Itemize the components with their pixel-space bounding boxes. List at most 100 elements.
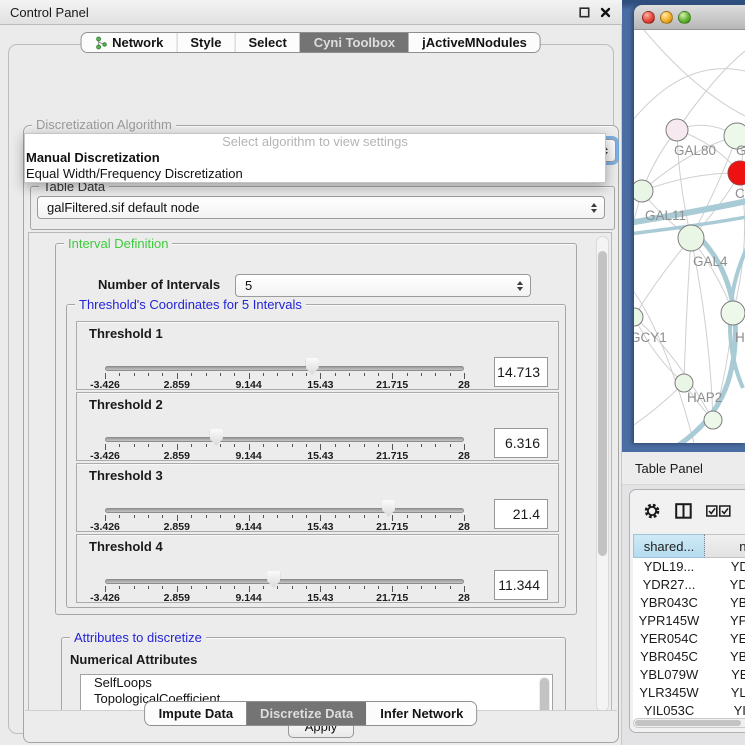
network-node[interactable] [704,411,722,429]
table-row[interactable]: YDR27...YDR2 [633,576,745,594]
threshold-value-field[interactable]: 11.344 [494,570,548,600]
threshold-label: Threshold 2 [89,397,163,412]
table-horizontal-scrollbar[interactable] [633,718,745,728]
cell-name[interactable]: YER0 [705,630,745,648]
column-header-name[interactable]: na [705,534,745,558]
slider-tick [364,515,365,518]
slider-tick [435,373,436,376]
cell-name[interactable]: YBR0 [705,594,745,612]
slider-tick [148,373,149,376]
threshold-panel-3: Threshold 3-3.4262.8599.14415.4321.71528… [76,463,559,532]
table-row[interactable]: YDL19...YDL1 [633,558,745,576]
slider-tick [277,515,278,518]
close-traffic-light-icon[interactable] [642,11,655,24]
threshold-value-field[interactable]: 6.316 [494,428,548,458]
network-canvas[interactable]: GAL80GACGAL11GAL4GCY1HHAP2 [634,30,745,443]
slider-track[interactable] [105,437,464,442]
slider-tick-label: 2.859 [164,521,190,533]
minimize-traffic-light-icon[interactable] [660,11,673,24]
network-edge [642,173,740,191]
threshold-value-field[interactable]: 21.4 [494,499,548,529]
network-node[interactable] [666,119,688,141]
slider-tick [421,515,422,518]
slider-thumb[interactable] [306,358,319,375]
cell-shared-name[interactable]: YER054C [633,630,705,648]
table-row[interactable]: YPR145WYPR1 [633,612,745,630]
column-header-shared-name[interactable]: shared... [633,534,705,558]
table-data-dropdown[interactable]: galFiltered.sif default node [37,196,605,219]
table-row[interactable]: YBR043CYBR0 [633,594,745,612]
network-node[interactable] [721,301,745,325]
slider-tick [220,586,221,589]
float-window-icon[interactable] [578,6,591,19]
cell-shared-name[interactable]: YDL19... [633,558,705,576]
cell-shared-name[interactable]: YBR045C [633,648,705,666]
node-table-rows: YDL19...YDL1YDR27...YDR2YBR043CYBR0YPR14… [633,558,745,720]
threshold-value-field[interactable]: 14.713 [494,357,548,387]
dropdown-placeholder: Select algorithm to view settings [25,134,605,150]
slider-track[interactable] [105,579,464,584]
cell-name[interactable]: YBL0 [705,666,745,684]
cell-name[interactable]: YLR3 [705,684,745,702]
network-node[interactable] [678,225,704,251]
tab-style[interactable]: Style [176,33,234,52]
network-window-titlebar[interactable] [634,5,745,30]
table-row[interactable]: YBR045CYBR0 [633,648,745,666]
gear-icon[interactable] [643,502,661,520]
cell-name[interactable]: YPR1 [705,612,745,630]
table-row[interactable]: YLR345WYLR3 [633,684,745,702]
tab-infer-network[interactable]: Infer Network [366,702,476,725]
slider-tick [435,586,436,589]
slider-tick [306,586,307,589]
settings-vertical-scrollbar[interactable] [596,236,609,712]
slider-tick [263,586,264,589]
number-of-intervals-spinner[interactable]: 5 [235,274,531,297]
select-columns-icon[interactable] [706,505,731,517]
cell-shared-name[interactable]: YLR345W [633,684,705,702]
network-node[interactable] [634,180,653,202]
cell-shared-name[interactable]: YDR27... [633,576,705,594]
dropdown-option-equal-width[interactable]: Equal Width/Frequency Discretization [25,166,605,182]
slider-track[interactable] [105,508,464,513]
split-panel-icon[interactable] [675,503,692,519]
table-data-selected: galFiltered.sif default node [47,200,199,215]
slider-tick [234,444,235,447]
tab-label: Impute Data [159,706,233,721]
slider-tick [292,444,293,447]
tab-network[interactable]: Network [81,33,176,52]
cell-name[interactable]: YBR0 [705,648,745,666]
slider-tick [306,515,307,518]
tab-select[interactable]: Select [234,33,299,52]
tab-impute-data[interactable]: Impute Data [145,702,246,725]
slider-tick [220,373,221,376]
threshold-label: Threshold 4 [89,539,163,554]
slider-tick [421,444,422,447]
threshold-label: Threshold 1 [89,326,163,341]
table-panel-toolbar [630,498,745,524]
table-row[interactable]: YBL079WYBL0 [633,666,745,684]
slider-tick-label: 28 [458,521,470,533]
tab-cyni-toolbox[interactable]: Cyni Toolbox [300,33,408,52]
attribute-list-item[interactable]: SelfLoops [81,675,552,691]
cell-name[interactable]: YDR2 [705,576,745,594]
cell-shared-name[interactable]: YBL079W [633,666,705,684]
slider-track[interactable] [105,366,464,371]
table-row[interactable]: YER054CYER0 [633,630,745,648]
slider-tick [407,444,408,447]
slider-tick [277,373,278,376]
network-node[interactable] [728,161,745,185]
zoom-traffic-light-icon[interactable] [678,11,691,24]
cell-shared-name[interactable]: YBR043C [633,594,705,612]
slider-tick [364,586,365,589]
cell-shared-name[interactable]: YPR145W [633,612,705,630]
slider-tick [292,515,293,518]
network-window-frame: GAL80GACGAL11GAL4GCY1HHAP2 [622,0,745,452]
tab-jactivemnodules[interactable]: jActiveMNodules [408,33,540,52]
slider-tick [407,373,408,376]
tab-discretize-data[interactable]: Discretize Data [246,702,366,725]
close-icon[interactable] [599,6,612,19]
slider-tick-label: -3.426 [90,379,120,391]
dropdown-option-manual[interactable]: Manual Discretization [25,150,605,166]
slider-tick-label: 28 [458,592,470,604]
cell-name[interactable]: YDL1 [705,558,745,576]
